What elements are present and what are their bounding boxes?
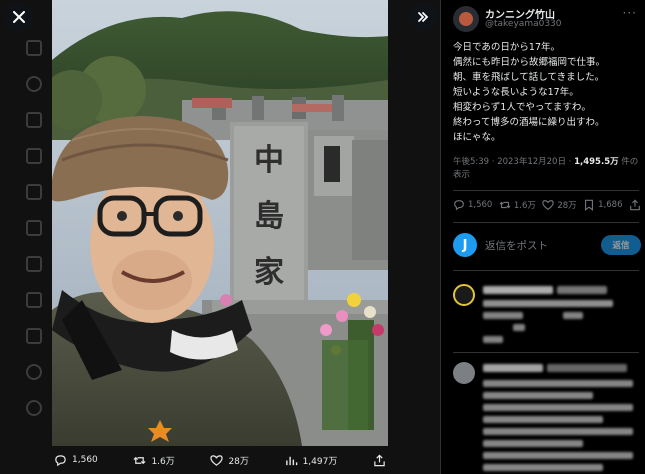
more-icon <box>26 400 42 416</box>
tweet-line: 短いような長いような17年。 <box>453 87 579 98</box>
profile-icon <box>26 364 42 380</box>
reply-input[interactable]: 返信をポスト <box>485 238 548 253</box>
media-repost-button[interactable]: 1.6万 <box>133 454 175 467</box>
selfie-at-grave-image: 中 島 家 <box>52 0 388 446</box>
view-count: 1,495.5万 <box>574 157 619 167</box>
share-icon <box>630 199 640 211</box>
view-suffix-2: 表示 <box>453 170 471 180</box>
background-nav <box>26 40 46 416</box>
communities-icon <box>26 292 42 308</box>
messages-icon <box>26 148 42 164</box>
double-chevron-right-icon <box>418 12 429 22</box>
tweet-photo[interactable]: 中 島 家 <box>52 0 388 446</box>
tweet-text: 今日であの日から17年。 偶然にも昨日から故郷福岡で仕事。 朝、車を飛ばして話し… <box>453 40 641 145</box>
tweet-line: 今日であの日から17年。 <box>453 42 560 53</box>
gravestone-char-1: 中 <box>254 143 284 178</box>
reply-item[interactable] <box>453 362 641 474</box>
tweet-stats-bar: 1,560 1.6万 28万 1,686 <box>453 199 641 211</box>
bookmark-button[interactable]: 1,686 <box>583 199 623 211</box>
divider <box>453 270 639 271</box>
tweet-detail-panel: カンニング竹山 @takeyama0330 ··· 今日であの日から17年。 偶… <box>440 0 645 474</box>
tweet-line: 偶然にも昨日から故郷福岡で仕事。 <box>453 57 606 68</box>
media-reply-button[interactable]: 1,560 <box>54 454 98 467</box>
heart-icon <box>210 454 224 466</box>
views-icon <box>285 456 297 465</box>
tweet-timestamp[interactable]: 午後5:39 · 2023年12月20日 · <box>453 157 574 167</box>
media-like-button[interactable]: 28万 <box>210 454 249 467</box>
share-button[interactable] <box>629 199 641 211</box>
reply-submit-button[interactable]: 返信 <box>601 235 641 255</box>
lists-icon <box>26 220 42 236</box>
repost-icon <box>133 456 146 464</box>
heart-icon <box>542 200 555 210</box>
bookmark-count: 1,686 <box>598 200 623 210</box>
media-views-count: 1,497万 <box>302 456 338 467</box>
gravestone-char-2: 島 <box>254 199 284 234</box>
divider <box>453 190 639 191</box>
like-count: 28万 <box>557 201 577 211</box>
home-icon <box>26 40 42 56</box>
reply-icon <box>454 200 464 211</box>
tweet-line: ほにゃな。 <box>453 132 501 143</box>
close-icon <box>13 11 25 23</box>
reply-avatar[interactable] <box>453 284 475 306</box>
more-options-icon[interactable]: ··· <box>623 6 637 20</box>
divider <box>453 352 639 353</box>
tweet-line: 朝、車を飛ばして話してきました。 <box>453 72 605 83</box>
reply-composer: J 返信をポスト 返信 <box>453 232 641 260</box>
media-share-button[interactable] <box>373 454 386 467</box>
media-like-count: 28万 <box>228 456 249 467</box>
author-avatar[interactable] <box>453 6 479 32</box>
reply-item[interactable] <box>453 284 641 354</box>
divider <box>453 222 639 223</box>
bookmark-icon <box>585 199 594 211</box>
media-repost-count: 1.6万 <box>151 456 175 467</box>
reply-avatar[interactable] <box>453 362 475 384</box>
author-handle[interactable]: @takeyama0330 <box>485 19 562 29</box>
like-button[interactable]: 28万 <box>542 199 577 211</box>
tweet-header: カンニング竹山 @takeyama0330 ··· <box>453 6 637 36</box>
share-icon <box>374 454 385 466</box>
repost-count: 1.6万 <box>513 201 536 211</box>
current-user-avatar[interactable]: J <box>453 233 477 257</box>
bookmarks-icon <box>26 256 42 272</box>
close-button[interactable] <box>5 3 33 31</box>
expand-panel-button[interactable] <box>409 3 437 31</box>
tweet-line: 相変わらず1人でやってますわ。 <box>453 102 591 113</box>
reply-count: 1,560 <box>468 200 493 210</box>
notifications-icon <box>26 112 42 128</box>
tweet-line: 終わって博多の酒場に繰り出すわ。 <box>453 117 605 128</box>
media-reply-count: 1,560 <box>72 455 98 465</box>
search-icon <box>26 76 42 92</box>
view-suffix: 件の <box>618 157 639 167</box>
media-action-bar: 1,560 1.6万 28万 1,497万 <box>52 446 388 474</box>
reply-button[interactable]: 1,560 <box>453 199 492 211</box>
repost-button[interactable]: 1.6万 <box>499 199 536 211</box>
grok-icon <box>26 184 42 200</box>
tweet-meta: 午後5:39 · 2023年12月20日 · 1,495.5万 件の 表示 <box>453 156 641 182</box>
premium-icon <box>26 328 42 344</box>
repost-icon <box>499 201 511 209</box>
reply-icon <box>55 454 66 466</box>
media-views-button[interactable]: 1,497万 <box>285 454 338 467</box>
gravestone-char-3: 家 <box>254 255 284 290</box>
